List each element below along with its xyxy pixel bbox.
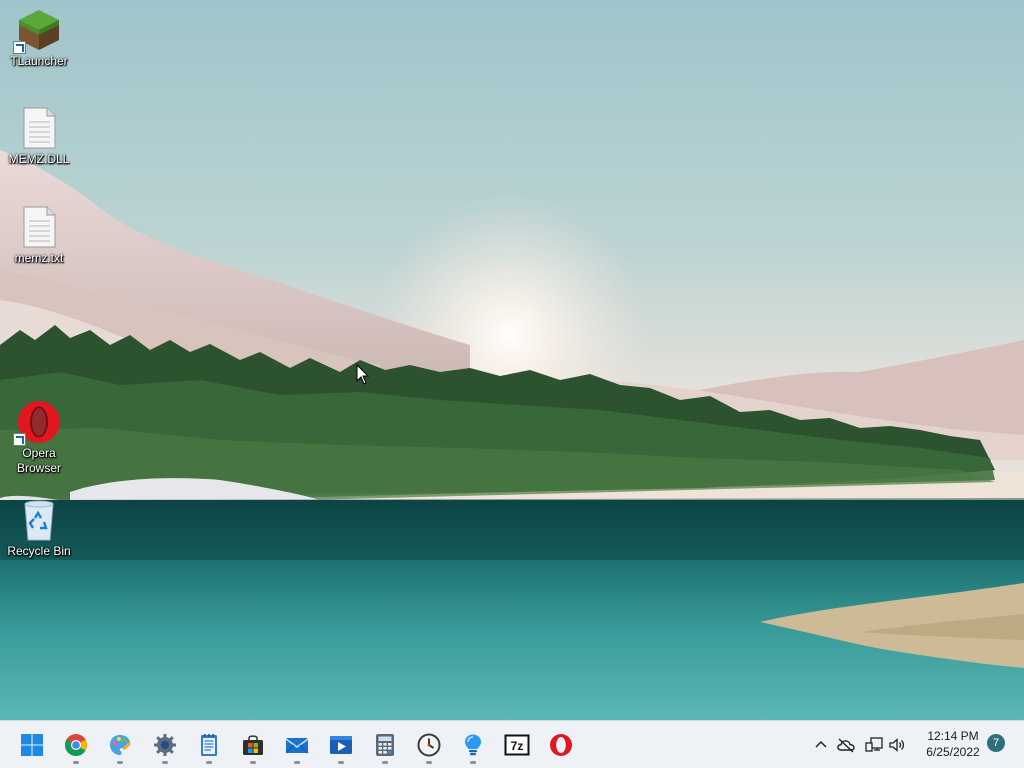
running-indicator	[250, 761, 256, 764]
speaker-icon	[889, 737, 905, 752]
desktop-icon-memz-dll[interactable]: MEMZ.DLL	[4, 106, 74, 167]
start-button[interactable]	[12, 725, 52, 765]
desktop-icon-opera-browser[interactable]: Opera Browser	[4, 400, 74, 476]
taskbar-app-opera[interactable]	[541, 725, 581, 765]
desktop-icon-label: Opera Browser	[16, 446, 61, 475]
mail-icon	[285, 738, 309, 754]
desktop-icon-memz-txt[interactable]: memz.txt	[4, 205, 74, 266]
taskbar-app-tips[interactable]	[453, 725, 493, 765]
running-indicator	[117, 761, 123, 764]
taskbar-app-calculator[interactable]	[365, 725, 405, 765]
opera-icon	[550, 734, 572, 756]
gear-icon	[154, 734, 176, 756]
tray-volume[interactable]	[888, 721, 908, 768]
clock-date: 6/25/2022	[926, 745, 980, 759]
shortcut-arrow-icon	[13, 41, 26, 54]
7zip-icon: 7z	[504, 734, 530, 756]
running-indicator	[426, 761, 432, 764]
clock-icon	[417, 733, 441, 757]
recycle-bin-icon	[17, 498, 61, 542]
running-indicator	[162, 761, 168, 764]
video-icon	[330, 736, 352, 754]
running-indicator	[338, 761, 344, 764]
taskbar-app-paint[interactable]	[100, 725, 140, 765]
taskbar-app-clock[interactable]	[409, 725, 449, 765]
taskbar-app-microsoft-store[interactable]	[233, 725, 273, 765]
windows-start-icon	[21, 734, 43, 756]
running-indicator	[73, 761, 79, 764]
wallpaper	[0, 0, 1024, 720]
shortcut-arrow-icon	[13, 433, 26, 446]
chevron-up-icon	[815, 740, 827, 748]
calculator-icon	[376, 734, 394, 756]
cloud-offline-icon	[837, 737, 855, 753]
tray-overflow-button[interactable]	[812, 721, 830, 768]
chrome-icon	[65, 734, 87, 756]
text-file-icon	[17, 205, 61, 249]
network-icon	[865, 736, 883, 752]
clock-time: 12:14 PM	[927, 729, 979, 743]
taskbar-app-settings[interactable]	[145, 725, 185, 765]
desktop-icon-recycle-bin[interactable]: Recycle Bin	[4, 498, 74, 559]
minecraft-grass-block-icon	[13, 8, 61, 54]
mouse-cursor-icon	[356, 364, 370, 385]
running-indicator	[294, 761, 300, 764]
taskbar-clock[interactable]: 12:14 PM 6/25/2022	[912, 728, 994, 760]
taskbar-app-mail[interactable]	[277, 725, 317, 765]
desktop[interactable]: TLauncher MEMZ.DLL memz.txt Opera Browse…	[0, 0, 1024, 720]
opera-icon	[13, 400, 61, 446]
notepad-icon	[201, 734, 217, 756]
lightbulb-icon	[465, 734, 481, 756]
desktop-icon-label: MEMZ.DLL	[8, 152, 70, 166]
store-icon	[243, 735, 263, 755]
desktop-icon-tlauncher[interactable]: TLauncher	[4, 8, 74, 69]
taskbar-app-movies-tv[interactable]	[321, 725, 361, 765]
svg-text:7z: 7z	[511, 739, 524, 753]
paint-icon	[110, 735, 131, 755]
running-indicator	[382, 761, 388, 764]
tray-onedrive[interactable]	[836, 721, 856, 768]
notification-center-badge[interactable]: 7	[987, 734, 1005, 752]
running-indicator	[206, 761, 212, 764]
desktop-icon-label: memz.txt	[14, 251, 64, 265]
taskbar-app-chrome[interactable]	[56, 725, 96, 765]
tray-network[interactable]	[864, 721, 884, 768]
taskbar: 7z 12:14 PM 6/25/2022	[0, 720, 1024, 768]
taskbar-app-notepad[interactable]	[189, 725, 229, 765]
running-indicator	[470, 761, 476, 764]
desktop-icon-label: TLauncher	[10, 54, 68, 68]
taskbar-app-7zip[interactable]: 7z	[497, 725, 537, 765]
document-file-icon	[17, 106, 61, 150]
desktop-icon-label: Recycle Bin	[7, 544, 71, 558]
